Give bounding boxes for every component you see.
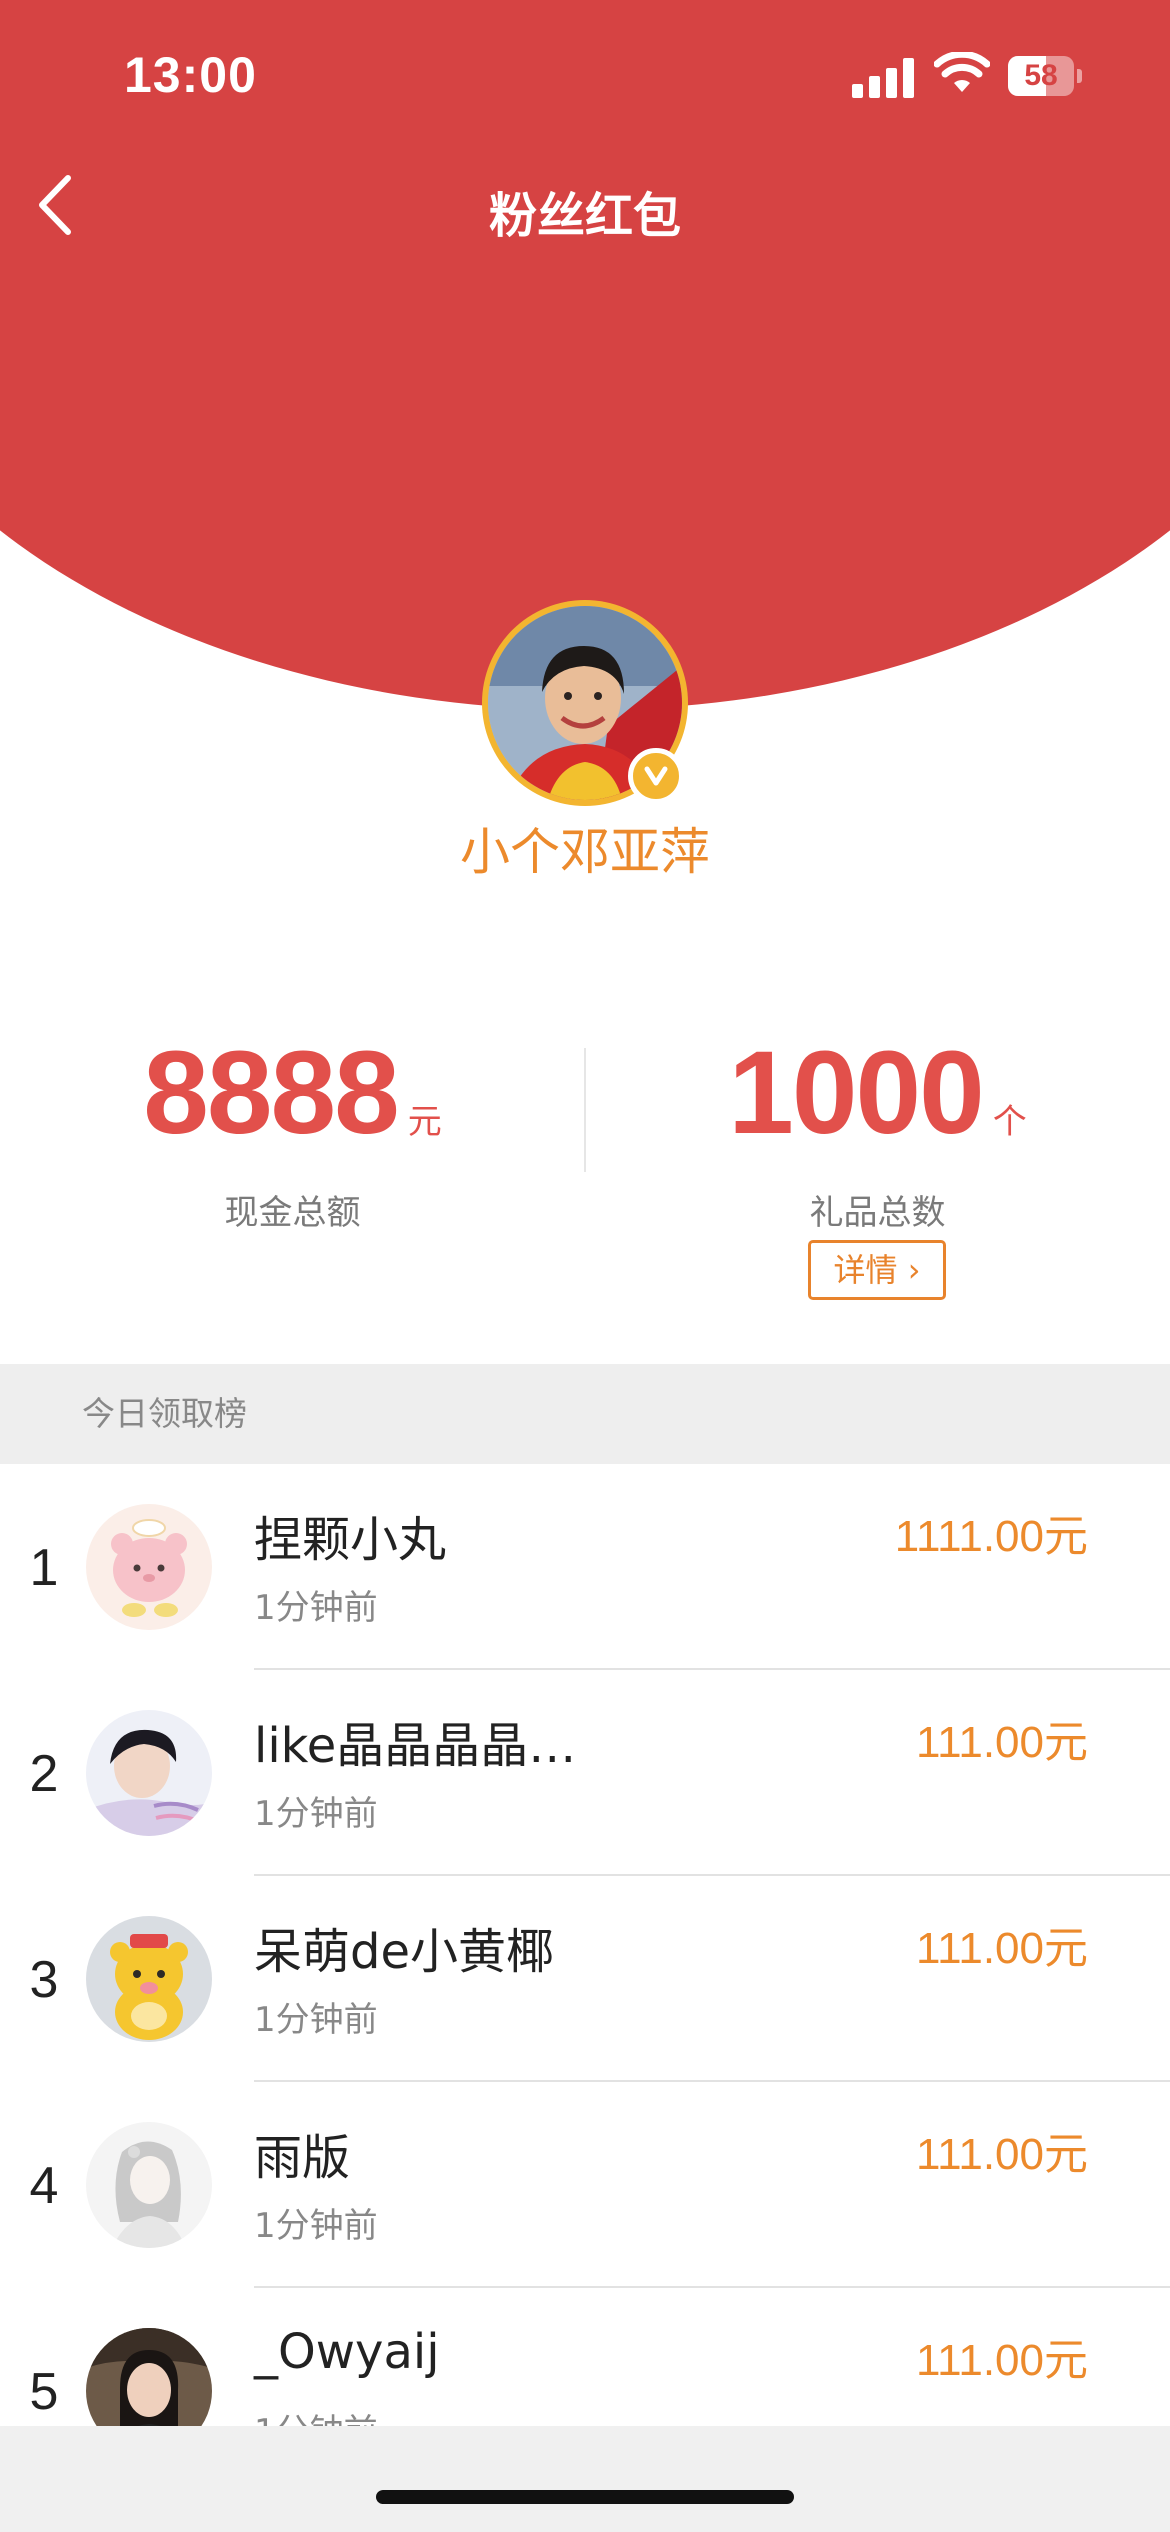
user-name: 呆萌de小黄椰 (254, 1924, 555, 1980)
status-bar: 13:00 58 (0, 0, 1170, 150)
status-time: 13:00 (124, 47, 257, 103)
ranking-list: 1 捏颗小丸 1分钟前 1111.00元 2 like晶晶晶晶… 1分钟前 11… (0, 1464, 1170, 2494)
battery-icon: 58 (1008, 56, 1082, 96)
list-item[interactable]: 1 捏颗小丸 1分钟前 1111.00元 (0, 1464, 1170, 1670)
user-name: 捏颗小丸 (254, 1512, 447, 1568)
claim-amount: 111.00元 (915, 1924, 1088, 1973)
rank-number: 2 (29, 1745, 59, 1803)
rank-number: 1 (29, 1539, 59, 1597)
claim-time: 1分钟前 (254, 2206, 378, 2246)
detail-button-label: 详情 (833, 1251, 898, 1289)
detail-button[interactable]: 详情 › (808, 1240, 946, 1300)
claim-time: 1分钟前 (254, 1588, 378, 1628)
gift-total-value-row: 1000 个 (585, 1030, 1170, 1185)
avatar[interactable] (86, 1710, 212, 1836)
claim-amount: 111.00元 (915, 2336, 1088, 2385)
page-title: 粉丝红包 (488, 188, 681, 244)
claim-amount: 1111.00元 (894, 1512, 1088, 1561)
wifi-icon (934, 52, 990, 92)
cash-total-stat: 8888 元 现金总额 (0, 1030, 585, 1234)
rank-number: 5 (29, 2363, 59, 2421)
gift-total-value: 1000 (728, 1027, 985, 1159)
battery-level: 58 (1024, 59, 1058, 92)
verified-v-icon (628, 748, 684, 804)
gift-total-label: 礼品总数 (809, 1193, 946, 1233)
list-item[interactable]: 4 雨版 1分钟前 111.00元 (0, 2082, 1170, 2288)
gift-total-stat: 1000 个 礼品总数 (585, 1030, 1170, 1234)
home-bar-area (0, 2426, 1170, 2532)
list-item[interactable]: 2 like晶晶晶晶… 1分钟前 111.00元 (0, 1670, 1170, 1876)
user-name: _Owyaij (254, 2324, 440, 2380)
home-indicator[interactable] (376, 2490, 794, 2504)
avatar[interactable] (86, 1504, 212, 1630)
claim-amount: 111.00元 (915, 1718, 1088, 1767)
cash-total-unit: 元 (407, 1103, 442, 1141)
profile-name[interactable]: 小个邓亚萍 (0, 812, 1170, 884)
claim-amount: 111.00元 (915, 2130, 1088, 2179)
cash-total-value: 8888 (143, 1027, 400, 1159)
avatar[interactable] (86, 1916, 212, 2042)
claim-time: 1分钟前 (254, 2000, 378, 2040)
claim-time: 1分钟前 (254, 1794, 378, 1834)
rank-number: 3 (29, 1951, 59, 2009)
cash-total-label: 现金总额 (224, 1193, 361, 1233)
gift-total-unit: 个 (992, 1103, 1027, 1141)
rank-number: 4 (29, 2157, 59, 2215)
battery-body: 58 (1008, 56, 1074, 96)
list-item[interactable]: 3 呆萌de小黄椰 1分钟前 111.00元 (0, 1876, 1170, 2082)
cash-total-value-row: 8888 元 (0, 1030, 585, 1185)
user-name: like晶晶晶晶… (254, 1718, 577, 1774)
user-name: 雨版 (254, 2130, 351, 2186)
chevron-right-icon: › (907, 1251, 921, 1289)
avatar[interactable] (86, 2122, 212, 2248)
cellular-signal-icon (852, 58, 914, 98)
ranking-section-title: 今日领取榜 (0, 1364, 1170, 1464)
battery-tip (1077, 69, 1082, 83)
